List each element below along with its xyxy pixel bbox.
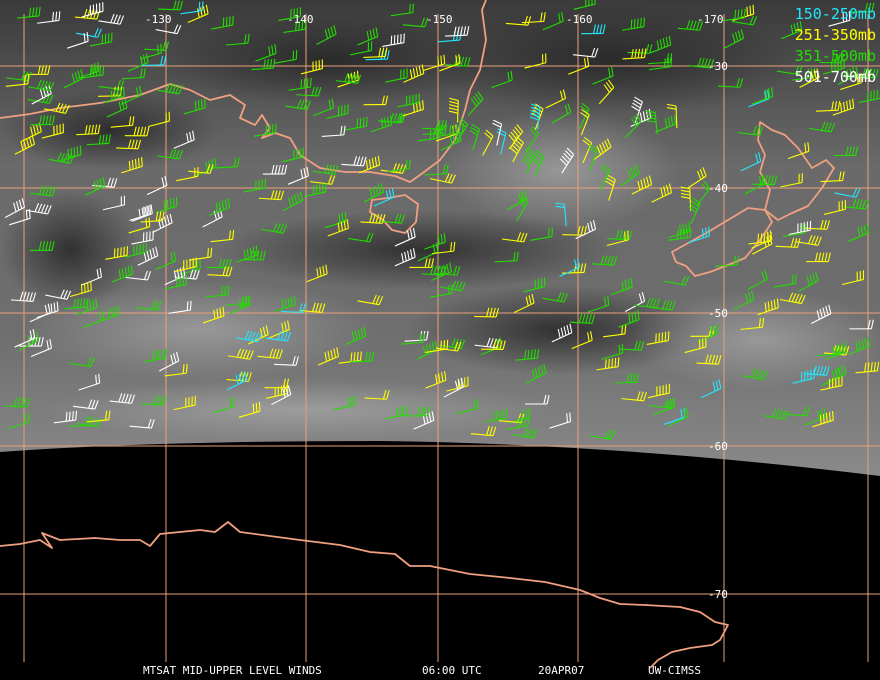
longitude-label: -140 bbox=[287, 13, 314, 26]
longitude-label: -160 bbox=[566, 13, 593, 26]
longitude-label: -170 bbox=[697, 13, 724, 26]
longitude-label: -130 bbox=[145, 13, 172, 26]
product-date: 20APR07 bbox=[538, 664, 585, 677]
legend-item-351-500mb: 351-500mb bbox=[794, 47, 876, 65]
latitude-label: -50 bbox=[708, 307, 728, 320]
product-time: 06:00 UTC bbox=[422, 664, 482, 677]
product-name: MTSAT MID-UPPER LEVEL WINDS bbox=[143, 664, 322, 677]
longitude-label: -150 bbox=[426, 13, 453, 26]
legend-item-501-700mb: 501-700mb bbox=[794, 68, 876, 86]
latitude-label: -70 bbox=[708, 588, 728, 601]
legend-item-150-250mb: 150-250mb bbox=[794, 5, 876, 23]
latitude-label: -40 bbox=[708, 182, 728, 195]
latitude-label: -30 bbox=[708, 60, 728, 73]
legend-item-251-350mb: 251-350mb bbox=[794, 26, 876, 44]
map-canvas: -130 -140 -150 -160 -170 -30 -40 -50 -60 -70 bbox=[0, 0, 880, 669]
latitude-label: -60 bbox=[708, 440, 728, 453]
pressure-layer-legend: 150-250mb 251-350mb 351-500mb 501-700mb bbox=[795, 4, 876, 88]
product-credit: UW-CIMSS bbox=[648, 664, 701, 677]
satellite-winds-map: -130 -140 -150 -160 -170 -30 -40 -50 -60 -70 150-… bbox=[0, 0, 880, 680]
product-caption: MTSAT MID-UPPER LEVEL WINDS 06:00 UTC 20… bbox=[0, 663, 880, 679]
antarctica-coastline bbox=[0, 521, 729, 669]
